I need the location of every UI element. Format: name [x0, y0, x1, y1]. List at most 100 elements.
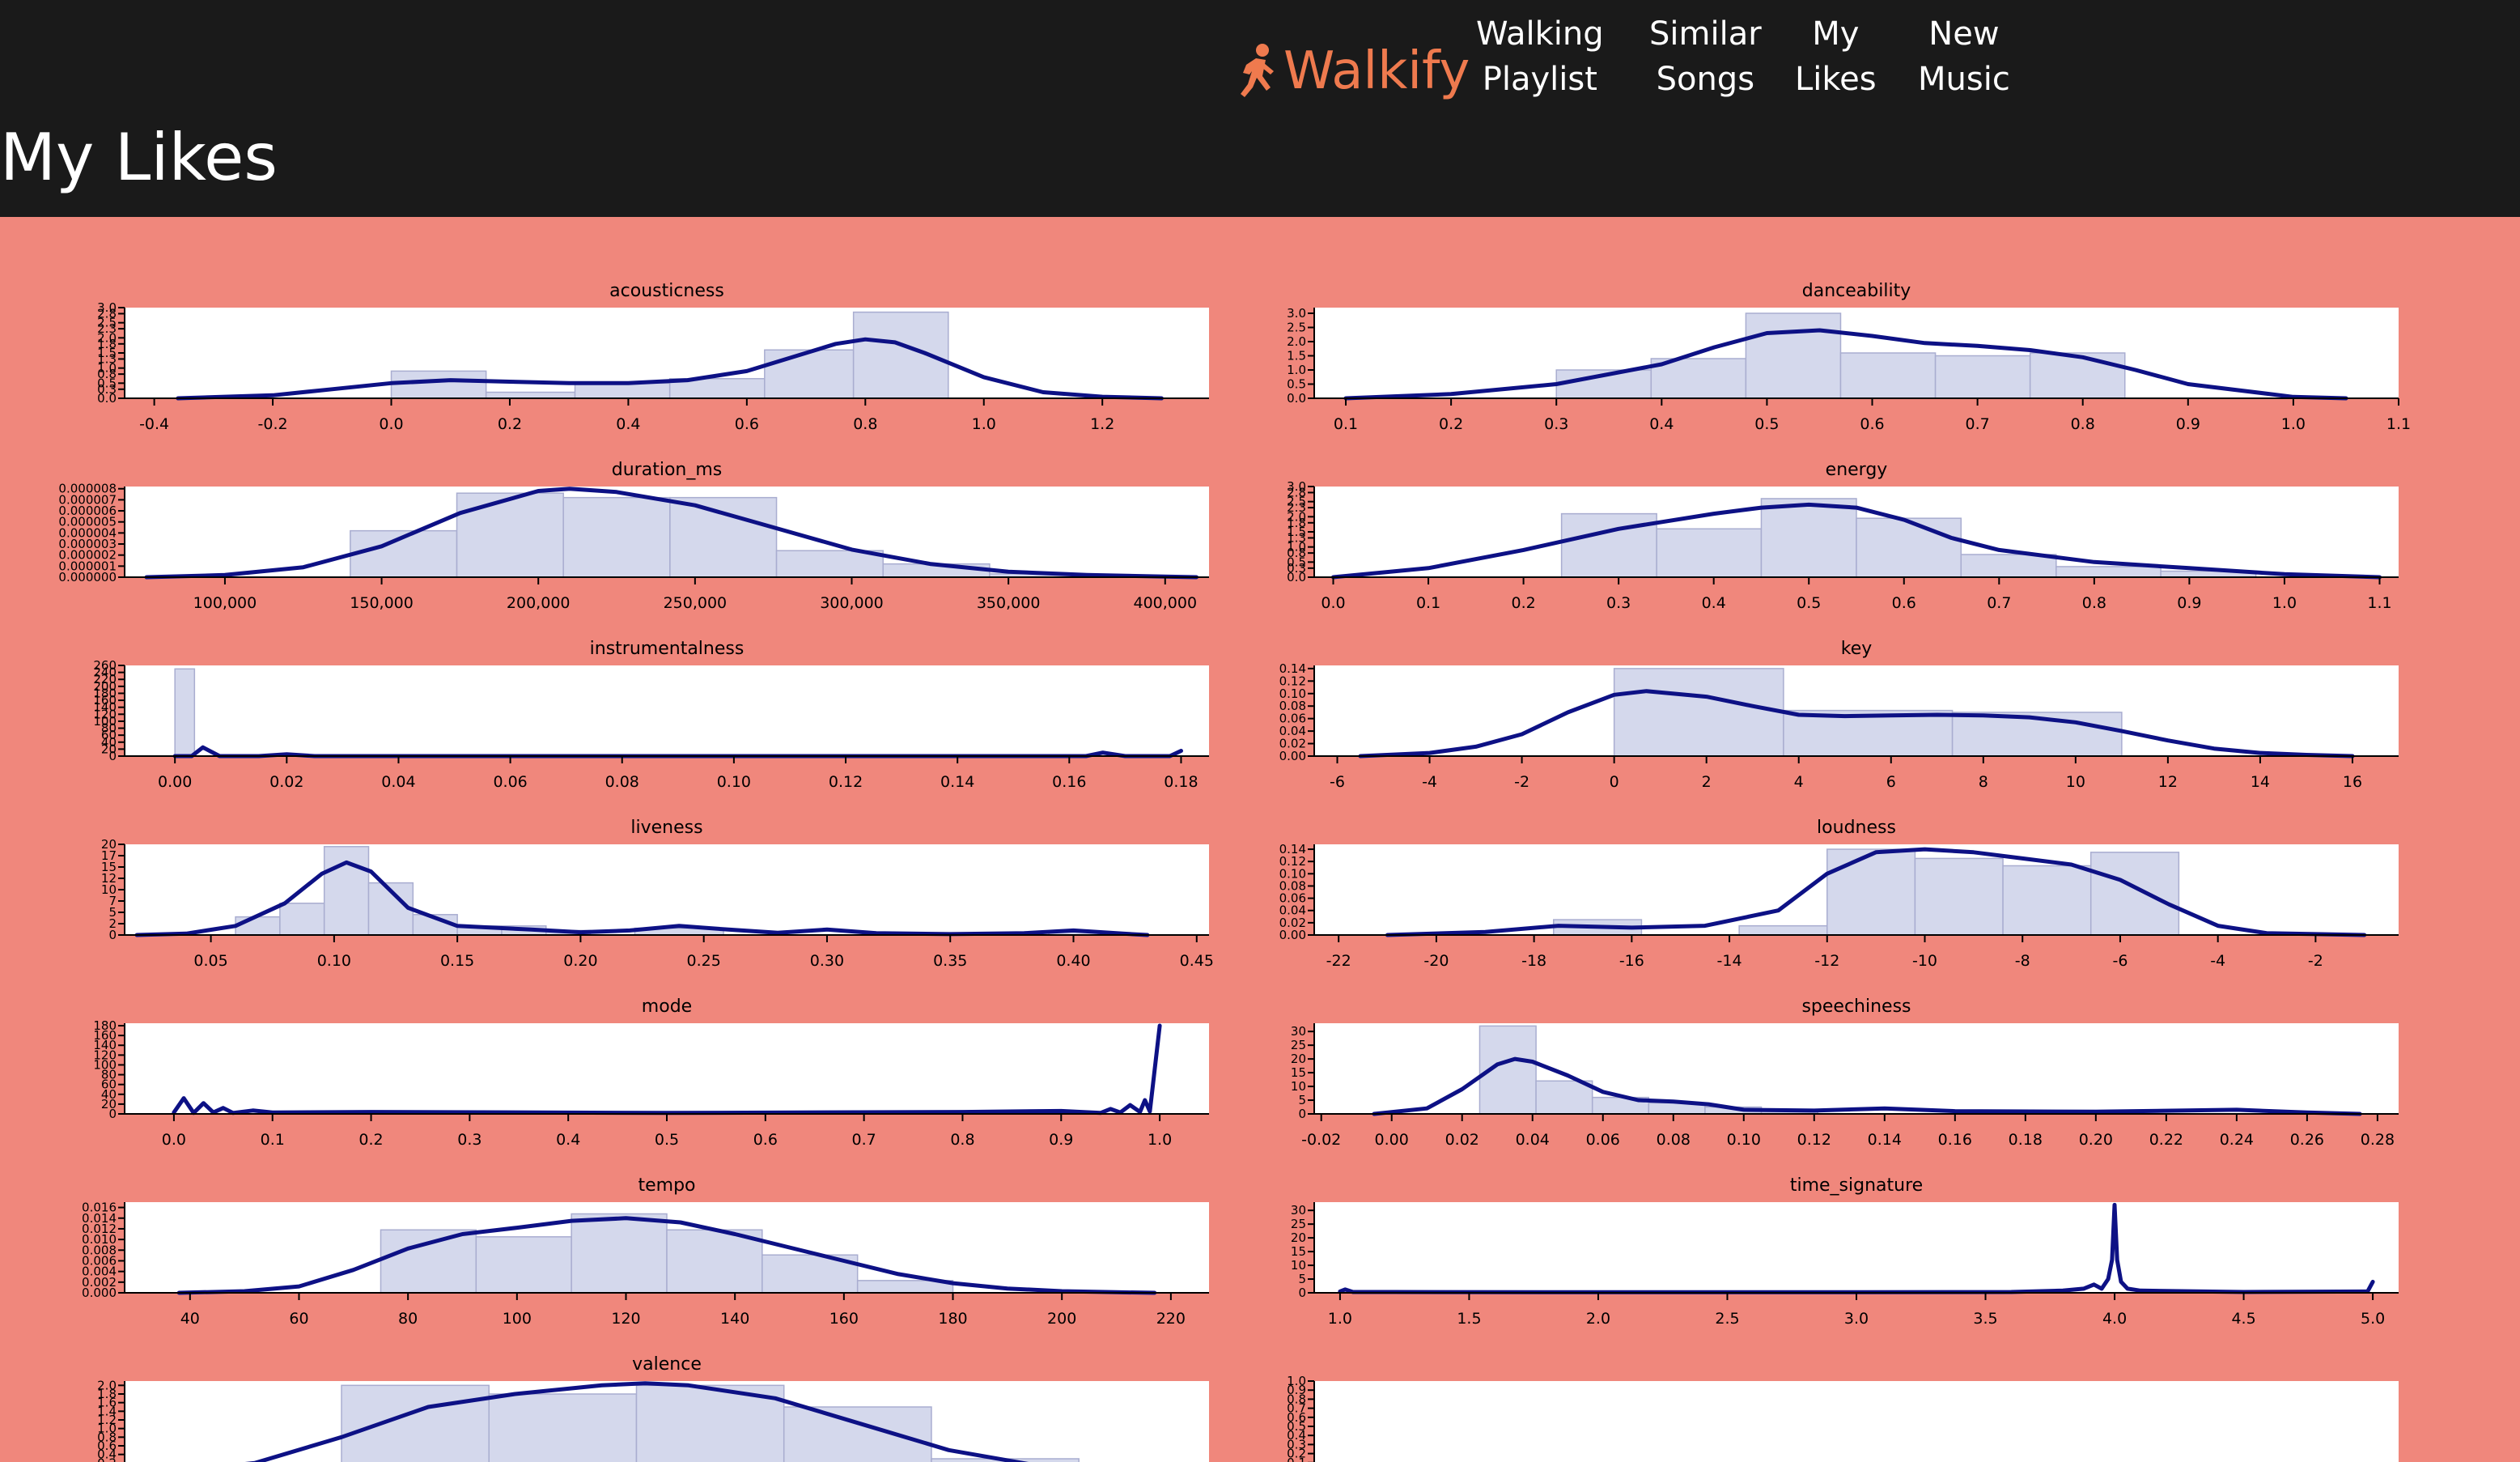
x-tick-label: 0.1 [1416, 594, 1440, 612]
histogram-bar [1613, 668, 1784, 757]
x-tick-label: 80 [398, 1310, 418, 1328]
histogram-bar [174, 668, 196, 757]
x-tick-label: 4.5 [2231, 1310, 2255, 1328]
x-tick-label: 0.2 [1439, 415, 1463, 433]
y-tick-label: 25 [1291, 1038, 1306, 1052]
x-tick-label: 2 [1702, 773, 1712, 791]
histogram-bar [571, 1213, 668, 1294]
x-tick-label: -4 [2210, 952, 2225, 970]
chart-valence: valence0.00.20.40.60.81.01.21.41.61.82.0 [97, 1354, 1209, 1462]
x-tick-label: 1.1 [2386, 415, 2411, 433]
chart-tempo: tempo40 60 80 100 120 140 160 180 200 2200.0000.0… [82, 1175, 1209, 1328]
y-tick-label: 0.08 [1279, 699, 1306, 713]
y-tick-label: 3.0 [1287, 479, 1306, 494]
x-tick-label: 0.7 [1987, 594, 2011, 612]
plot-area [1314, 1202, 2399, 1293]
y-tick-label: 5 [1298, 1272, 1306, 1286]
histogram-bar [1826, 848, 1916, 936]
x-tick-label: 0.7 [1966, 415, 1990, 433]
x-tick-label: 0.7 [852, 1131, 876, 1149]
chart-instrumentalness: instrumentalness 0.00 0.02 0.04 0.06 0.08 0.10… [93, 639, 1209, 791]
x-tick-label: 300,000 [820, 594, 884, 612]
x-tick-label: -6 [1330, 773, 1345, 791]
x-tick-label: 0.08 [605, 773, 639, 791]
x-tick-label: 0.12 [829, 773, 863, 791]
histogram-bar [475, 1236, 572, 1294]
brand-logo[interactable]: Walkify [1238, 31, 1470, 112]
x-tick-label: 0.4 [616, 415, 640, 433]
x-tick-label: 0.10 [717, 773, 751, 791]
chart-title: speechiness [1801, 997, 1911, 1017]
chart-empty: 0.00.10.20.30.40.50.60.70.80.91.0 [1287, 1374, 2399, 1462]
x-tick-label: 0.2 [1511, 594, 1535, 612]
nav-my-likes[interactable]: My Likes [1795, 11, 1877, 102]
histogram-bar [1960, 554, 2057, 578]
nav-label: Similar [1649, 15, 1762, 53]
y-tick-label: 20 [1291, 1052, 1306, 1066]
nav-walking-playlist[interactable]: Walking Playlist [1476, 11, 1604, 102]
x-tick-label: 1.0 [2272, 594, 2297, 612]
page-title: My Likes [0, 120, 278, 195]
nav-label: New [1928, 15, 2000, 53]
y-tick-label: 0 [1298, 1107, 1306, 1121]
x-tick-label: 1.0 [1148, 1131, 1172, 1149]
x-tick-label: 0.26 [2290, 1131, 2324, 1149]
x-tick-label: 0.10 [1727, 1131, 1761, 1149]
chart-key: key-6 -4 -2 0 2 4 6 8 10 12 14 160.000.020.040.060.… [1279, 639, 2399, 791]
x-tick-label: 0.15 [440, 952, 474, 970]
chart-mode: mode0.0 0.1 0.2 0.3 0.4 0.5 0.6 0.7 0.8 0.9 1.0020… [93, 997, 1209, 1149]
y-tick-label: 0.12 [1279, 674, 1306, 688]
y-tick-label: 15 [1291, 1065, 1306, 1080]
histogram-bar [1934, 355, 2031, 399]
chart-acousticness: acousticness -0.4 -0.2 0.0 0.2 0.4 0.6 0.8 1.0 1.… [97, 281, 1209, 433]
top-navbar: Walkify Walking Playlist Similar Songs M… [0, 0, 2520, 125]
x-tick-label: 0.16 [1938, 1131, 1972, 1149]
x-tick-label: -0.2 [258, 415, 288, 433]
histogram-bar [562, 496, 671, 578]
y-tick-label: 1.0 [1287, 1374, 1306, 1388]
chart-title: mode [642, 997, 692, 1017]
x-tick-label: 0.06 [493, 773, 527, 791]
y-tick-label: 20 [101, 837, 117, 852]
y-tick-label: 30 [1291, 1024, 1306, 1039]
x-tick-label: 0.8 [950, 1131, 974, 1149]
plot-area [1314, 1381, 2399, 1462]
x-tick-label: 1.0 [1328, 1310, 1352, 1328]
histogram-bar [574, 382, 671, 399]
histogram-bar [235, 916, 281, 936]
y-tick-label: 0.00 [1279, 749, 1306, 763]
nav-similar-songs[interactable]: Similar Songs [1649, 11, 1762, 102]
x-tick-label: 0.40 [1056, 952, 1090, 970]
x-tick-label: 3.5 [1973, 1310, 1997, 1328]
chart-title: loudness [1817, 818, 1896, 838]
y-tick-label: 5 [1298, 1093, 1306, 1107]
x-tick-label: 0.22 [2149, 1131, 2183, 1149]
x-tick-label: 0.24 [2220, 1131, 2254, 1149]
x-tick-label: -14 [1717, 952, 1742, 970]
x-tick-label: 0.9 [2177, 594, 2201, 612]
x-tick-label: 0.12 [1797, 1131, 1831, 1149]
x-tick-label: 0.3 [457, 1131, 482, 1149]
histogram-bar [1745, 312, 1842, 399]
nav-new-music[interactable]: New Music [1918, 11, 2010, 102]
x-tick-label: -16 [1619, 952, 1644, 970]
histogram-bar [1839, 352, 1937, 399]
charts-panel: acousticness -0.4 -0.2 0.0 0.2 0.4 0.6 0.8 1.0 1.… [0, 217, 2520, 1462]
nav-label: Walking [1476, 15, 1604, 53]
x-tick-label: -0.4 [139, 415, 169, 433]
x-tick-label: 0.0 [1321, 594, 1345, 612]
histogram-bar [669, 496, 778, 578]
y-tick-label: 0.5 [1287, 377, 1306, 392]
x-tick-label: 0.5 [1754, 415, 1779, 433]
nav-label: My [1812, 15, 1860, 53]
x-tick-label: 0.9 [1049, 1131, 1073, 1149]
plot-area [1314, 1023, 2399, 1114]
x-tick-label: 0.28 [2361, 1131, 2395, 1149]
x-tick-label: 1.0 [972, 415, 996, 433]
x-tick-label: -0.02 [1301, 1131, 1341, 1149]
y-tick-label: 10 [1291, 1079, 1306, 1094]
x-tick-label: 0.05 [193, 952, 227, 970]
x-tick-label: 0.8 [2082, 594, 2106, 612]
x-tick-label: 16 [2343, 773, 2362, 791]
chart-title: danceability [1802, 281, 1911, 301]
